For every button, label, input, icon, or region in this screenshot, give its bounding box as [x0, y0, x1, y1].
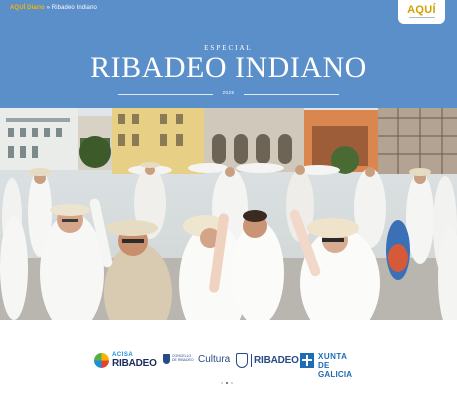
carousel-pager [221, 382, 237, 385]
acisa-emblem-icon [94, 353, 109, 368]
acisa-ribadeo-logo: ACISA RIBADEO [94, 352, 157, 370]
title-rule-right [244, 94, 339, 95]
cultura-logo: CONCELLO DE RIBADEO Cultura [163, 353, 230, 369]
pager-dot-2[interactable] [226, 382, 228, 384]
aqui-logo[interactable]: AQUÍ [398, 0, 445, 24]
ribadeo-logo-word: RIBADEO [254, 355, 299, 366]
aqui-logo-text: AQUÍ [407, 4, 436, 16]
breadcrumb: AQUÍ Diario » Ribadeo Indiano [10, 5, 97, 11]
edition-year: 2025 [222, 90, 235, 95]
xunta-logo-line1: XUNTA [318, 352, 348, 361]
acisa-logo-bottom: RIBADEO [112, 358, 157, 369]
breadcrumb-current: Ribadeo Indiano [51, 5, 97, 11]
sponsor-logos: ACISA RIBADEO CONCELLO DE RIBADEO Cultur… [0, 350, 457, 379]
pager-dot-3[interactable] [231, 382, 233, 384]
header-banner: AQUÍ Diario » Ribadeo Indiano AQUÍ ESPEC… [0, 0, 457, 108]
concello-shield-icon [163, 354, 170, 364]
ribadeo-logo-divider [251, 354, 252, 367]
page-title: RIBADEO INDIANO [90, 51, 367, 84]
xunta-cross-icon [300, 353, 314, 368]
xunta-logo-line2: DE GALICIA [318, 361, 353, 379]
breadcrumb-home-link[interactable]: AQUÍ Diario [10, 5, 45, 11]
hero-photo [0, 108, 457, 320]
aqui-logo-underline [398, 17, 445, 18]
xunta-galicia-logo: XUNTA DE GALICIA [300, 351, 366, 379]
hero-photo-illustration [0, 108, 457, 320]
ribadeo-shield-icon [236, 353, 248, 368]
cultura-logo-word: Cultura [198, 354, 231, 365]
breadcrumb-separator: » [46, 5, 50, 11]
pager-dot-1[interactable] [221, 382, 223, 384]
cultura-logo-small: CONCELLO DE RIBADEO [172, 354, 194, 362]
concello-ribadeo-logo: RIBADEO [236, 352, 299, 370]
